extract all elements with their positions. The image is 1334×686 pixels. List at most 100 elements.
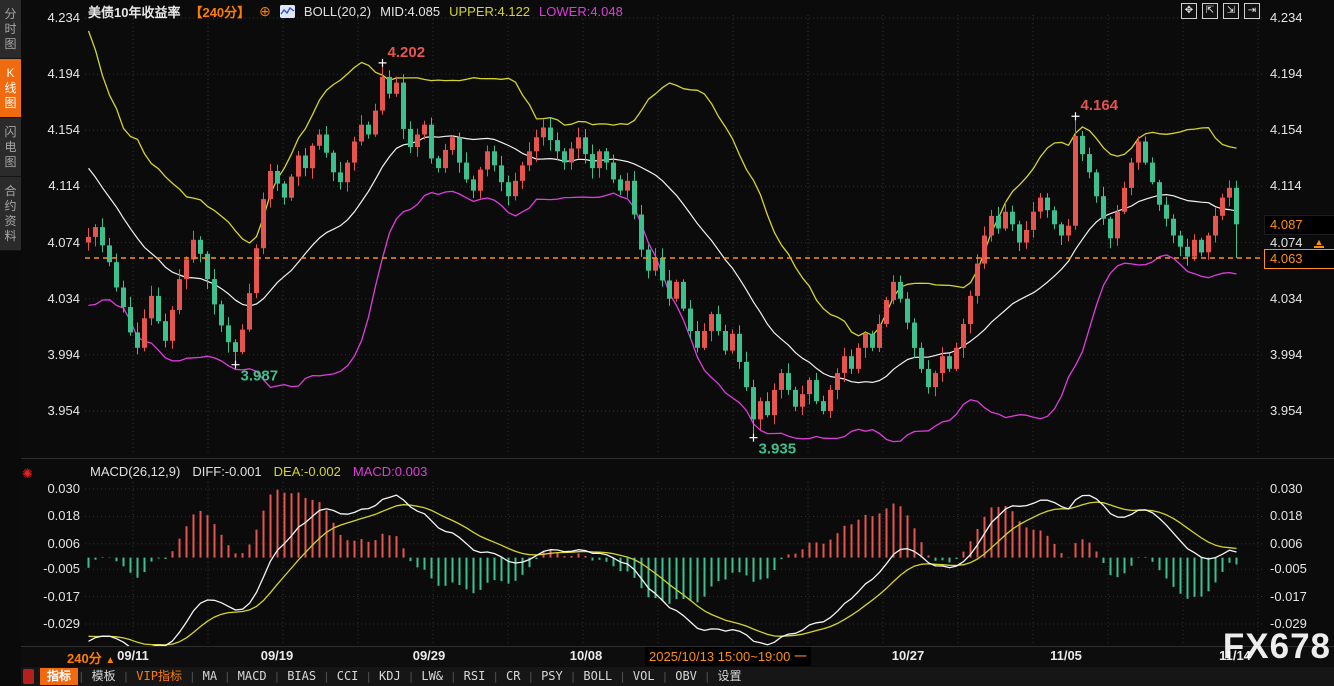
toolbar-separator: | [365,670,372,683]
period-label[interactable]: 【240分】 [189,2,250,21]
toolbar-item-VOL[interactable]: VOL [626,668,662,685]
y-tick-main-left: 4.114 [24,178,80,193]
x-tick-date: 09/29 [413,648,446,663]
y-tick-main-right: 3.954 [1270,403,1326,418]
toolbar-item-BOLL[interactable]: BOLL [576,668,619,685]
toolbar-separator: | [450,670,457,683]
price-line-tag: 4.063 [1264,249,1334,269]
boll-upper-value: UPPER:4.122 [449,4,530,19]
sidebar-tab-分时图[interactable]: 分时图 [0,0,21,59]
toolbar-separator: | [323,670,330,683]
toolbar-separator: | [224,670,231,683]
toolbar-separator: | [123,670,130,683]
toolbar-separator: | [408,670,415,683]
panel-divider [0,458,1334,459]
x-tick-date: 09/19 [261,648,294,663]
axis-zoom-left-icon[interactable]: ⇱ [1202,3,1218,19]
exit-icon[interactable]: ⇥ [1244,3,1260,19]
macd-name: MACD(26,12,9) [90,464,180,479]
macd-header: MACD(26,12,9) DIFF:-0.001 DEA:-0.002 MAC… [90,464,427,479]
toolbar-separator: | [704,670,711,683]
y-tick-main-left: 4.194 [24,66,80,81]
axis-zoom-right-icon[interactable]: ⇲ [1223,3,1239,19]
toolbar-item-KDJ[interactable]: KDJ [372,668,408,685]
y-tick-main-right: 4.154 [1270,122,1326,137]
y-tick-macd-left: -0.005 [24,561,80,576]
y-tick-macd-left: 0.018 [24,508,80,523]
toolbar-separator: | [570,670,577,683]
x-tick-date: 09/11 [117,648,149,663]
macd-panel [89,490,1237,653]
toolbar-separator: | [619,670,626,683]
y-tick-macd-left: -0.029 [24,616,80,631]
y-tick-main-left: 4.034 [24,291,80,306]
toolbar-separator: | [527,670,534,683]
y-tick-main-right: 4.234 [1270,10,1326,25]
period-selector[interactable]: 240分 ▲ [67,648,115,667]
x-axis: 240分 ▲ 2025/10/13 15:00~19:00 一 09/1109/… [21,647,1334,666]
window-controls: ✥ ⇱ ⇲ ⇥ [1181,3,1260,19]
y-tick-main-left: 3.994 [24,347,80,362]
y-tick-main-left: 4.074 [24,235,80,250]
watermark: FX678 [1223,627,1331,667]
bottom-left-logo-icon [23,669,34,684]
toolbar-item-PSY[interactable]: PSY [534,668,570,685]
toolbar-item-模板[interactable]: 模板 [85,668,123,685]
toolbar-item-CR[interactable]: CR [499,668,527,685]
y-tick-macd-right: -0.017 [1270,589,1326,604]
y-tick-macd-right: 0.030 [1270,481,1326,496]
add-indicator-icon[interactable]: ⊕ [259,3,271,20]
boll-lower-value: LOWER:4.048 [539,4,623,19]
sidebar-tab-K线图[interactable]: K线图 [0,59,21,118]
toolbar-item-设置[interactable]: 设置 [711,668,749,685]
toolbar-separator: | [189,670,196,683]
y-tick-main-left: 4.234 [24,10,80,25]
macd-dea-value: DEA:-0.002 [274,464,341,479]
toolbar-item-指标[interactable]: 指标 [40,668,78,685]
toolbar-item-RSI[interactable]: RSI [457,668,493,685]
svg-text:4.202: 4.202 [388,44,426,61]
boll-chart-icon[interactable] [280,5,295,18]
y-tick-main-left: 3.954 [24,403,80,418]
y-tick-macd-right: -0.005 [1270,561,1326,576]
macd-macd-value: MACD:0.003 [353,464,427,479]
bottom-toolbar: 指标|模板|VIP指标|MA|MACD|BIAS|CCI|KDJ|LW&|RSI… [21,667,1334,686]
toolbar-item-MA[interactable]: MA [196,668,224,685]
y-tick-main-right: 3.994 [1270,347,1326,362]
x-tick-date: 10/27 [892,648,925,663]
y-tick-macd-right: 0.018 [1270,508,1326,523]
svg-text:4.164: 4.164 [1081,97,1119,114]
toolbar-item-BIAS[interactable]: BIAS [280,668,323,685]
toolbar-separator: | [492,670,499,683]
y-tick-main-right: 4.034 [1270,291,1326,306]
sidebar-tab-合约资料[interactable]: 合约资料 [0,177,21,251]
toolbar-item-VIP指标[interactable]: VIP指标 [129,668,189,685]
y-tick-main-left: 4.154 [24,122,80,137]
boll-mid-value: MID:4.085 [380,4,440,19]
chart-app: 4.2024.1643.9873.935 分时图K线图闪电图合约资料 美债10年… [0,0,1334,686]
toolbar-separator: | [274,670,281,683]
sidebar-tab-闪电图[interactable]: 闪电图 [0,118,21,177]
price-line-arrow-icon: ▲ [1314,238,1324,248]
instrument-title: 美债10年收益率 [88,2,180,21]
y-tick-macd-left: 0.030 [24,481,80,496]
indicator-alert-icon[interactable]: ✺ [22,466,33,482]
boll-label: BOLL(20,2) [304,4,371,19]
sidebar: 分时图K线图闪电图合约资料 [0,0,21,686]
toolbar-separator: | [662,670,669,683]
chart-canvas[interactable]: 4.2024.1643.9873.935 [0,0,1334,686]
last-price-tag: 4.087 [1264,215,1334,235]
y-tick-main-right: 4.194 [1270,66,1326,81]
svg-text:3.935: 3.935 [759,441,797,458]
x-tick-date: 10/08 [570,648,603,663]
y-tick-macd-left: 0.006 [24,536,80,551]
macd-diff-value: DIFF:-0.001 [192,464,261,479]
y-tick-macd-left: -0.017 [24,589,80,604]
y-tick-macd-right: 0.006 [1270,536,1326,551]
pan-icon[interactable]: ✥ [1181,3,1197,19]
toolbar-item-MACD[interactable]: MACD [231,668,274,685]
toolbar-item-CCI[interactable]: CCI [330,668,366,685]
toolbar-separator: | [78,670,85,683]
toolbar-item-OBV[interactable]: OBV [668,668,704,685]
toolbar-item-LW&[interactable]: LW& [414,668,450,685]
